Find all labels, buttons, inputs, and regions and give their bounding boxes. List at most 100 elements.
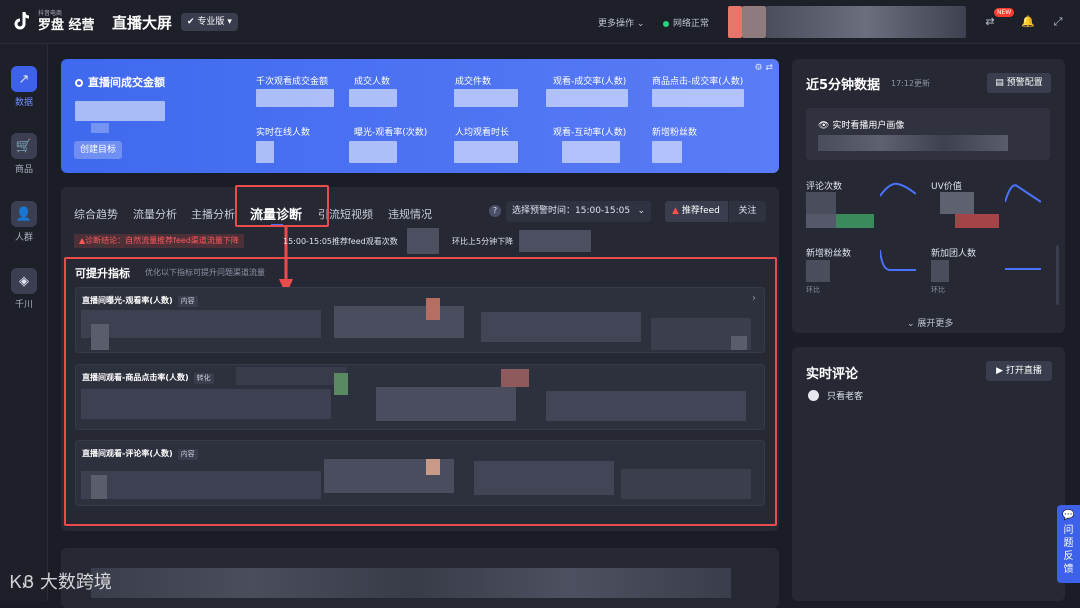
diagnosis-conclusion: ▲诊断结论：自然流量推荐feed渠道流量下降 bbox=[74, 234, 244, 248]
scrollbar[interactable] bbox=[1056, 245, 1059, 305]
blurred-chart bbox=[81, 389, 331, 419]
sidebar bbox=[0, 44, 48, 601]
metric-label: 人均观看时长 bbox=[455, 128, 510, 138]
improvable-metrics-title: 可提升指标 bbox=[75, 267, 130, 280]
metric-label: 新增粉丝数 bbox=[652, 128, 698, 138]
card-title: 直播间曝光-观看率(人数) 内容 bbox=[82, 295, 198, 307]
blurred-chart bbox=[236, 367, 346, 385]
sparkline-fans bbox=[880, 250, 916, 271]
chevron-down-icon: ⌄ bbox=[636, 19, 645, 29]
mini-stat-label: 评论次数 bbox=[806, 182, 843, 192]
sidebar-item-label: 人群 bbox=[14, 233, 33, 243]
chevron-right-icon[interactable]: › bbox=[752, 293, 756, 304]
tab-traffic-analysis[interactable]: 流量分析 bbox=[133, 206, 177, 222]
config-icon: ▤ bbox=[995, 78, 1004, 88]
recent-5min-title: 近5分钟数据 bbox=[806, 78, 881, 93]
blurred-value bbox=[256, 89, 334, 107]
blurred-account-2 bbox=[742, 6, 766, 38]
metric-card-comment[interactable]: 直播间观看-评论率(人数) 内容 bbox=[75, 440, 765, 506]
blurred-value bbox=[454, 89, 518, 107]
sidebar-item-people[interactable]: 👤 人群 bbox=[4, 201, 44, 243]
edition-dropdown[interactable]: ✔ 专业版 ▾ bbox=[181, 13, 238, 31]
mini-stat-label: 新加团人数 bbox=[931, 249, 977, 259]
alert-config-button[interactable]: ▤ 预警配置 bbox=[987, 73, 1051, 93]
blurred-value bbox=[349, 89, 397, 107]
viewer-portrait-card[interactable] bbox=[806, 108, 1050, 160]
expand-more-button[interactable]: ⌄ 展开更多 bbox=[907, 316, 953, 329]
sidebar-item-qianchuan[interactable]: ◈ 千川 bbox=[4, 268, 44, 310]
blurred-value bbox=[931, 260, 949, 282]
blurred-portrait bbox=[818, 135, 1008, 151]
people-icon: 👤 bbox=[11, 201, 37, 227]
blurred-value bbox=[652, 141, 682, 163]
feedback-button[interactable]: 💬 问题反馈 bbox=[1057, 505, 1080, 583]
blurred-value bbox=[806, 214, 836, 228]
target-icon bbox=[75, 79, 83, 87]
page-title: 直播大屏 bbox=[112, 14, 173, 32]
banner-settings-icon[interactable]: ⚙ ⇄ bbox=[755, 63, 773, 73]
metric-card-product-click[interactable]: 直播间观看-商品点击率(人数) 转化 bbox=[75, 364, 765, 430]
chat-icon: 💬 bbox=[1062, 510, 1075, 521]
portrait-text: 实时看播用户画像 bbox=[832, 121, 905, 131]
metric-label: 观看-成交率(人数) bbox=[553, 77, 627, 87]
brand-subtitle: 抖音电商 bbox=[38, 10, 63, 17]
blurred-chart bbox=[334, 373, 348, 395]
blurred-value bbox=[91, 123, 109, 133]
alert-time-label: 选择预警时间：15:00-15:05 bbox=[512, 206, 631, 216]
cart-icon: 🛒 bbox=[11, 133, 37, 159]
alert-time-select[interactable]: 选择预警时间：15:00-15:05 ⌄ bbox=[506, 201, 651, 222]
tab-anchor-analysis[interactable]: 主播分析 bbox=[191, 206, 235, 222]
bell-icon[interactable]: 🔔 bbox=[1020, 14, 1036, 30]
sidebar-item-data[interactable]: ↗ 数据 bbox=[4, 66, 44, 108]
metric-label: 成交件数 bbox=[455, 77, 492, 87]
card-tag: 转化 bbox=[193, 373, 214, 384]
blurred-value bbox=[955, 214, 999, 228]
blurred-value bbox=[806, 260, 830, 282]
sidebar-item-products[interactable]: 🛒 商品 bbox=[4, 133, 44, 175]
sparkline-uv bbox=[1005, 184, 1041, 203]
blurred-chart bbox=[731, 336, 747, 350]
sidebar-item-label: 数据 bbox=[14, 98, 33, 108]
feed-label: 推荐feed bbox=[681, 206, 720, 216]
help-icon[interactable]: ? bbox=[489, 205, 501, 217]
mini-stat-label: UV价值 bbox=[931, 182, 962, 192]
mini-stat-compare: 环比 bbox=[931, 286, 945, 294]
chart-icon: ↗ bbox=[11, 66, 37, 92]
more-operations-menu[interactable]: 更多操作 ⌄ bbox=[598, 16, 644, 29]
old-only-label: 只看老客 bbox=[827, 392, 864, 402]
only-old-customers-toggle[interactable]: 只看老客 bbox=[808, 389, 863, 402]
brand-name: 罗盘 经营 bbox=[38, 18, 95, 33]
recommend-feed-button[interactable]: ▲ 推荐feed bbox=[665, 201, 728, 222]
fullscreen-icon[interactable]: ⤢ bbox=[1050, 14, 1066, 30]
metric-card-exposure[interactable]: 直播间曝光-观看率(人数) 内容 › bbox=[75, 287, 765, 353]
blurred-value bbox=[562, 141, 620, 163]
live-comments-panel bbox=[792, 347, 1065, 601]
follow-button[interactable]: 关注 bbox=[729, 201, 766, 222]
metric-label: 曝光-观看率(次数) bbox=[354, 128, 428, 138]
edition-label: 专业版 bbox=[197, 17, 225, 27]
open-live-label: 打开直播 bbox=[1005, 366, 1042, 376]
warning-icon: ▲ bbox=[672, 206, 679, 216]
live-comments-title: 实时评论 bbox=[806, 367, 859, 382]
blurred-value bbox=[454, 141, 518, 163]
eye-icon: 👁 bbox=[818, 121, 830, 131]
open-live-button[interactable]: ▶ 打开直播 bbox=[986, 361, 1052, 381]
card-tag: 内容 bbox=[177, 449, 198, 460]
watermark-text: 大数跨境 bbox=[39, 572, 112, 593]
blurred-value bbox=[256, 141, 274, 163]
status-dot-icon bbox=[663, 20, 669, 27]
blurred-chart bbox=[481, 312, 641, 342]
tab-overall-trend[interactable]: 综合趋势 bbox=[74, 206, 118, 222]
sidebar-item-label: 商品 bbox=[14, 165, 33, 175]
blurred-value bbox=[806, 192, 836, 214]
chevron-down-icon: ⌄ bbox=[637, 206, 645, 216]
card-tag: 内容 bbox=[177, 296, 198, 307]
card-title-text: 直播间观看-商品点击率(人数) bbox=[82, 373, 189, 382]
tab-violations[interactable]: 违规情况 bbox=[388, 206, 432, 222]
blurred-chart bbox=[91, 324, 109, 350]
new-badge: NEW bbox=[994, 8, 1015, 17]
blurred-value bbox=[407, 228, 439, 254]
bottom-panel bbox=[61, 548, 779, 608]
create-target-button[interactable]: 创建目标 bbox=[74, 141, 123, 159]
video-icon: ▶ bbox=[996, 366, 1004, 376]
